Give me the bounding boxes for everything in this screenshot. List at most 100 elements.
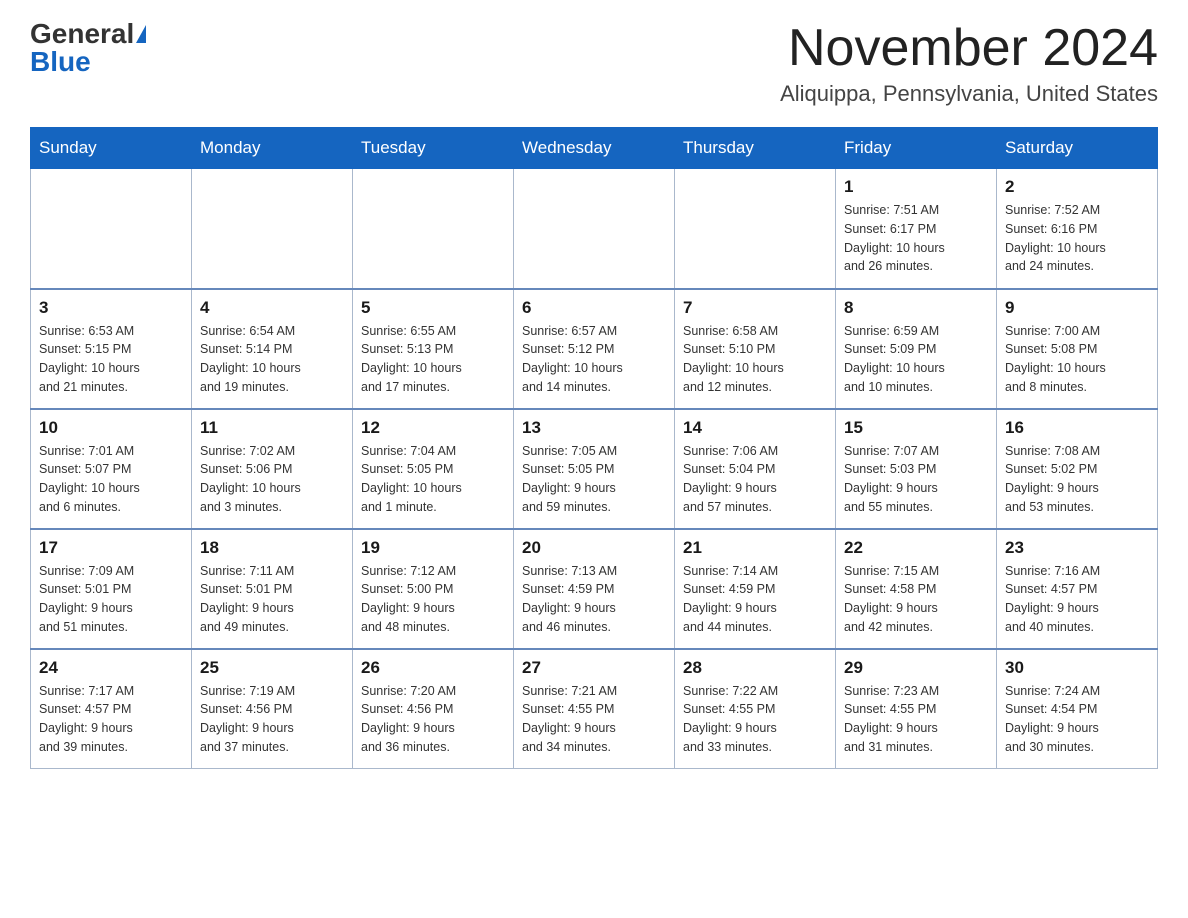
calendar-cell: 14 Sunrise: 7:06 AMSunset: 5:04 PMDayligh… xyxy=(675,409,836,529)
calendar-cell: 7Sunrise: 6:58 AMSunset: 5:10 PMDaylight… xyxy=(675,289,836,409)
calendar-cell xyxy=(31,169,192,289)
calendar-cell: 22Sunrise: 7:15 AMSunset: 4:58 PMDayligh… xyxy=(836,529,997,649)
calendar-week-row: 17Sunrise: 7:09 AMSunset: 5:01 PMDayligh… xyxy=(31,529,1158,649)
logo-blue-text: Blue xyxy=(30,46,91,77)
calendar-cell: 3Sunrise: 6:53 AMSunset: 5:15 PMDaylight… xyxy=(31,289,192,409)
day-number: 12 xyxy=(361,418,505,438)
calendar-cell: 11 Sunrise: 7:02 AMSunset: 5:06 PMDayligh… xyxy=(192,409,353,529)
day-number: 19 xyxy=(361,538,505,558)
day-info: Sunrise: 7:23 AMSunset: 4:55 PMDaylight:… xyxy=(844,682,988,757)
day-number: 25 xyxy=(200,658,344,678)
calendar-week-row: 10Sunrise: 7:01 AMSunset: 5:07 PMDayligh… xyxy=(31,409,1158,529)
weekday-header-tuesday: Tuesday xyxy=(353,128,514,169)
day-info: Sunrise: 6:53 AMSunset: 5:15 PMDaylight:… xyxy=(39,322,183,397)
day-info: Sunrise: 6:54 AMSunset: 5:14 PMDaylight:… xyxy=(200,322,344,397)
calendar-cell: 25 Sunrise: 7:19 AMSunset: 4:56 PMDayligh… xyxy=(192,649,353,769)
calendar-header: SundayMondayTuesdayWednesdayThursdayFrid… xyxy=(31,128,1158,169)
weekday-header-wednesday: Wednesday xyxy=(514,128,675,169)
calendar-cell: 5Sunrise: 6:55 AMSunset: 5:13 PMDaylight… xyxy=(353,289,514,409)
calendar-cell xyxy=(514,169,675,289)
header: General Blue November 2024 Aliquippa, Pe… xyxy=(30,20,1158,107)
day-number: 2 xyxy=(1005,177,1149,197)
day-info: Sunrise: 7:22 AMSunset: 4:55 PMDaylight:… xyxy=(683,682,827,757)
day-info: Sunrise: 7:19 AMSunset: 4:56 PMDaylight:… xyxy=(200,682,344,757)
day-info: Sunrise: 7:17 AMSunset: 4:57 PMDaylight:… xyxy=(39,682,183,757)
day-info: Sunrise: 7:05 AMSunset: 5:05 PMDaylight:… xyxy=(522,442,666,517)
day-info: Sunrise: 7:00 AMSunset: 5:08 PMDaylight:… xyxy=(1005,322,1149,397)
weekday-header-friday: Friday xyxy=(836,128,997,169)
day-number: 27 xyxy=(522,658,666,678)
day-number: 16 xyxy=(1005,418,1149,438)
day-info: Sunrise: 7:51 AMSunset: 6:17 PMDaylight:… xyxy=(844,201,988,276)
calendar-cell: 12 Sunrise: 7:04 AMSunset: 5:05 PMDayligh… xyxy=(353,409,514,529)
calendar-week-row: 1 Sunrise: 7:51 AMSunset: 6:17 PMDaylight… xyxy=(31,169,1158,289)
day-number: 9 xyxy=(1005,298,1149,318)
day-info: Sunrise: 7:52 AMSunset: 6:16 PMDaylight:… xyxy=(1005,201,1149,276)
calendar-cell: 17Sunrise: 7:09 AMSunset: 5:01 PMDayligh… xyxy=(31,529,192,649)
day-info: Sunrise: 6:59 AMSunset: 5:09 PMDaylight:… xyxy=(844,322,988,397)
calendar-body: 1 Sunrise: 7:51 AMSunset: 6:17 PMDaylight… xyxy=(31,169,1158,769)
day-info: Sunrise: 6:58 AMSunset: 5:10 PMDaylight:… xyxy=(683,322,827,397)
calendar-cell: 16 Sunrise: 7:08 AMSunset: 5:02 PMDayligh… xyxy=(997,409,1158,529)
day-number: 18 xyxy=(200,538,344,558)
day-info: Sunrise: 7:16 AMSunset: 4:57 PMDaylight:… xyxy=(1005,562,1149,637)
day-info: Sunrise: 7:11 AMSunset: 5:01 PMDaylight:… xyxy=(200,562,344,637)
day-number: 22 xyxy=(844,538,988,558)
day-number: 21 xyxy=(683,538,827,558)
day-info: Sunrise: 7:20 AMSunset: 4:56 PMDaylight:… xyxy=(361,682,505,757)
day-info: Sunrise: 7:04 AMSunset: 5:05 PMDaylight:… xyxy=(361,442,505,517)
weekday-header-thursday: Thursday xyxy=(675,128,836,169)
calendar-cell: 29 Sunrise: 7:23 AMSunset: 4:55 PMDayligh… xyxy=(836,649,997,769)
calendar-cell: 26 Sunrise: 7:20 AMSunset: 4:56 PMDayligh… xyxy=(353,649,514,769)
day-number: 1 xyxy=(844,177,988,197)
day-info: Sunrise: 7:21 AMSunset: 4:55 PMDaylight:… xyxy=(522,682,666,757)
calendar-cell xyxy=(192,169,353,289)
day-number: 6 xyxy=(522,298,666,318)
calendar-cell xyxy=(675,169,836,289)
day-number: 20 xyxy=(522,538,666,558)
calendar-cell: 20Sunrise: 7:13 AMSunset: 4:59 PMDayligh… xyxy=(514,529,675,649)
day-number: 14 xyxy=(683,418,827,438)
calendar-cell: 13Sunrise: 7:05 AMSunset: 5:05 PMDayligh… xyxy=(514,409,675,529)
month-title: November 2024 xyxy=(780,20,1158,77)
calendar-cell: 18 Sunrise: 7:11 AMSunset: 5:01 PMDayligh… xyxy=(192,529,353,649)
day-info: Sunrise: 7:12 AMSunset: 5:00 PMDaylight:… xyxy=(361,562,505,637)
day-info: Sunrise: 7:14 AMSunset: 4:59 PMDaylight:… xyxy=(683,562,827,637)
logo: General Blue xyxy=(30,20,146,76)
day-info: Sunrise: 7:08 AMSunset: 5:02 PMDaylight:… xyxy=(1005,442,1149,517)
day-number: 4 xyxy=(200,298,344,318)
calendar-cell: 24 Sunrise: 7:17 AMSunset: 4:57 PMDayligh… xyxy=(31,649,192,769)
calendar-week-row: 3Sunrise: 6:53 AMSunset: 5:15 PMDaylight… xyxy=(31,289,1158,409)
day-info: Sunrise: 7:24 AMSunset: 4:54 PMDaylight:… xyxy=(1005,682,1149,757)
day-number: 29 xyxy=(844,658,988,678)
day-info: Sunrise: 7:01 AMSunset: 5:07 PMDaylight:… xyxy=(39,442,183,517)
day-number: 8 xyxy=(844,298,988,318)
calendar-week-row: 24 Sunrise: 7:17 AMSunset: 4:57 PMDayligh… xyxy=(31,649,1158,769)
calendar-table: SundayMondayTuesdayWednesdayThursdayFrid… xyxy=(30,127,1158,769)
calendar-cell: 28 Sunrise: 7:22 AMSunset: 4:55 PMDayligh… xyxy=(675,649,836,769)
calendar-cell: 27 Sunrise: 7:21 AMSunset: 4:55 PMDayligh… xyxy=(514,649,675,769)
day-number: 17 xyxy=(39,538,183,558)
calendar-cell: 6 Sunrise: 6:57 AMSunset: 5:12 PMDaylight… xyxy=(514,289,675,409)
weekday-header-monday: Monday xyxy=(192,128,353,169)
location-title: Aliquippa, Pennsylvania, United States xyxy=(780,81,1158,107)
calendar-cell: 1 Sunrise: 7:51 AMSunset: 6:17 PMDaylight… xyxy=(836,169,997,289)
day-info: Sunrise: 7:06 AMSunset: 5:04 PMDaylight:… xyxy=(683,442,827,517)
calendar-cell: 21 Sunrise: 7:14 AMSunset: 4:59 PMDayligh… xyxy=(675,529,836,649)
day-info: Sunrise: 7:07 AMSunset: 5:03 PMDaylight:… xyxy=(844,442,988,517)
calendar-cell: 15Sunrise: 7:07 AMSunset: 5:03 PMDayligh… xyxy=(836,409,997,529)
calendar-cell: 2 Sunrise: 7:52 AMSunset: 6:16 PMDaylight… xyxy=(997,169,1158,289)
calendar-cell: 19 Sunrise: 7:12 AMSunset: 5:00 PMDayligh… xyxy=(353,529,514,649)
calendar-cell: 9 Sunrise: 7:00 AMSunset: 5:08 PMDaylight… xyxy=(997,289,1158,409)
day-info: Sunrise: 7:02 AMSunset: 5:06 PMDaylight:… xyxy=(200,442,344,517)
calendar-cell: 8 Sunrise: 6:59 AMSunset: 5:09 PMDaylight… xyxy=(836,289,997,409)
day-number: 24 xyxy=(39,658,183,678)
weekday-header-sunday: Sunday xyxy=(31,128,192,169)
day-number: 5 xyxy=(361,298,505,318)
day-number: 11 xyxy=(200,418,344,438)
day-number: 28 xyxy=(683,658,827,678)
calendar-cell: 30Sunrise: 7:24 AMSunset: 4:54 PMDayligh… xyxy=(997,649,1158,769)
day-info: Sunrise: 6:57 AMSunset: 5:12 PMDaylight:… xyxy=(522,322,666,397)
day-number: 26 xyxy=(361,658,505,678)
calendar-cell: 4 Sunrise: 6:54 AMSunset: 5:14 PMDaylight… xyxy=(192,289,353,409)
